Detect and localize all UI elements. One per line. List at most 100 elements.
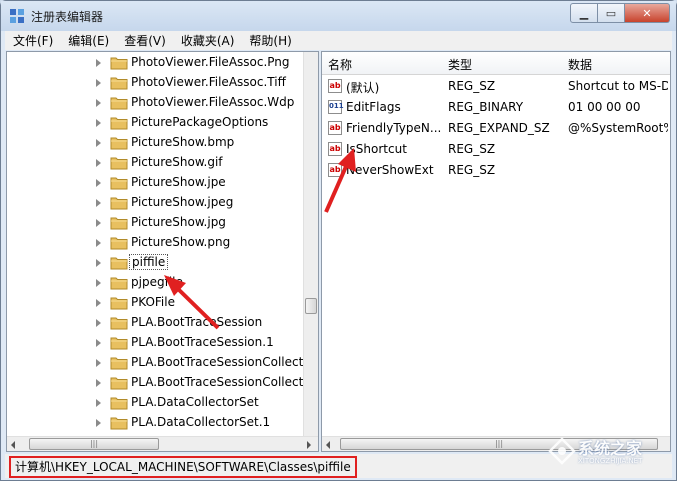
menu-file[interactable]: 文件(F) — [5, 32, 60, 49]
scroll-left-icon[interactable] — [326, 441, 330, 449]
folder-icon — [110, 397, 128, 410]
value-data: Shortcut to MS-D — [568, 79, 668, 93]
string-value-icon: ab — [328, 142, 342, 156]
value-row[interactable]: ab (默认) REG_SZ Shortcut to MS-D — [322, 76, 670, 97]
folder-icon — [110, 137, 128, 150]
expand-arrow-icon[interactable] — [96, 239, 101, 247]
value-type: REG_SZ — [448, 163, 496, 177]
folder-icon — [110, 257, 128, 270]
key-tree-pane: PhotoViewer.FileAssoc.Png PhotoViewer.Fil… — [6, 51, 319, 452]
tree-item-label: PLA.DataCollectorSet.1 — [131, 415, 271, 429]
maximize-button[interactable]: ▭ — [598, 3, 625, 23]
column-header-data[interactable]: 数据 — [568, 56, 592, 73]
expand-arrow-icon[interactable] — [96, 159, 101, 167]
tree-item-label: PicturePackageOptions — [131, 115, 269, 129]
tree-item[interactable]: PhotoViewer.FileAssoc.Wdp — [7, 93, 303, 113]
column-header-name[interactable]: 名称 — [328, 56, 352, 73]
expand-arrow-icon[interactable] — [96, 359, 101, 367]
menu-edit[interactable]: 编辑(E) — [60, 32, 116, 49]
tree-item[interactable]: PLA.BootTraceSessionCollect — [7, 373, 303, 393]
folder-icon — [110, 417, 128, 430]
tree-item[interactable]: PictureShow.bmp — [7, 133, 303, 153]
expand-arrow-icon[interactable] — [96, 219, 101, 227]
expand-arrow-icon[interactable] — [96, 259, 101, 267]
expand-arrow-icon[interactable] — [96, 79, 101, 87]
tree-item[interactable]: PictureShow.gif — [7, 153, 303, 173]
expand-arrow-icon[interactable] — [96, 299, 101, 307]
expand-arrow-icon[interactable] — [96, 139, 101, 147]
values-list-header: 名称 类型 数据 — [322, 52, 670, 75]
string-value-icon: ab — [328, 163, 342, 177]
menu-help[interactable]: 帮助(H) — [241, 32, 298, 49]
value-row[interactable]: ab NeverShowExt REG_SZ — [322, 160, 670, 181]
tree-item[interactable]: PhotoViewer.FileAssoc.Tiff — [7, 73, 303, 93]
expand-arrow-icon[interactable] — [96, 119, 101, 127]
tree-item[interactable]: PKOFile — [7, 293, 303, 313]
watermark-subtext: XITONGZHIJIA.NET — [578, 457, 643, 465]
column-header-type[interactable]: 类型 — [448, 56, 472, 73]
minimize-button[interactable]: ▁ — [570, 3, 598, 23]
expand-arrow-icon[interactable] — [96, 59, 101, 67]
tree-item-label: PictureShow.jpeg — [131, 195, 234, 209]
folder-icon — [110, 217, 128, 230]
value-name: IsShortcut — [346, 142, 407, 156]
tree-item[interactable]: PictureShow.jpg — [7, 213, 303, 233]
expand-arrow-icon[interactable] — [96, 179, 101, 187]
folder-icon — [110, 297, 128, 310]
window-controls: ▁ ▭ ✕ — [570, 3, 670, 23]
tree-item[interactable]: PLA.BootTraceSession — [7, 313, 303, 333]
value-name: NeverShowExt — [346, 163, 434, 177]
expand-arrow-icon[interactable] — [96, 319, 101, 327]
expand-arrow-icon[interactable] — [96, 419, 101, 427]
folder-icon — [110, 237, 128, 250]
tree-item[interactable]: PictureShow.png — [7, 233, 303, 253]
tree-item-label: PLA.BootTraceSessionCollect — [131, 355, 303, 369]
folder-icon — [110, 377, 128, 390]
tree-item[interactable]: PLA.DataCollectorSet.1 — [7, 413, 303, 433]
registry-editor-app-icon — [10, 9, 24, 23]
folder-icon — [110, 77, 128, 90]
tree-item[interactable]: PLA.BootTraceSessionCollect — [7, 353, 303, 373]
tree-item[interactable]: PicturePackageOptions — [7, 113, 303, 133]
tree-horizontal-scroll-thumb[interactable]: ||| — [29, 438, 159, 450]
maximize-icon: ▭ — [605, 6, 617, 20]
folder-icon — [110, 197, 128, 210]
scroll-right-icon[interactable] — [307, 441, 311, 449]
tree-item[interactable]: PictureShow.jpe — [7, 173, 303, 193]
tree-horizontal-scrollbar[interactable]: ||| — [7, 436, 318, 451]
value-name: EditFlags — [346, 100, 401, 114]
folder-icon — [110, 357, 128, 370]
folder-icon — [110, 317, 128, 330]
tree-item[interactable]: pjpegfile — [7, 273, 303, 293]
tree-item-label: PictureShow.gif — [131, 155, 223, 169]
close-button[interactable]: ✕ — [625, 3, 670, 23]
menu-bar: 文件(F) 编辑(E) 查看(V) 收藏夹(A) 帮助(H) — [5, 31, 672, 50]
value-row[interactable]: 011 EditFlags REG_BINARY 01 00 00 00 — [322, 97, 670, 118]
expand-arrow-icon[interactable] — [96, 199, 101, 207]
menu-view[interactable]: 查看(V) — [116, 32, 173, 49]
expand-arrow-icon[interactable] — [96, 99, 101, 107]
folder-icon — [110, 277, 128, 290]
tree-item-label: PhotoViewer.FileAssoc.Png — [131, 55, 290, 69]
scroll-left-icon[interactable] — [11, 441, 15, 449]
value-row[interactable]: ab FriendlyTypeN... REG_EXPAND_SZ @%SystemR… — [322, 118, 670, 139]
menu-favorites[interactable]: 收藏夹(A) — [173, 32, 242, 49]
tree-item[interactable]: PhotoViewer.FileAssoc.Png — [7, 53, 303, 73]
value-row[interactable]: ab IsShortcut REG_SZ — [322, 139, 670, 160]
tree-item[interactable]: PLA.BootTraceSession.1 — [7, 333, 303, 353]
tree-item-label: PictureShow.jpg — [131, 215, 226, 229]
watermark-logo-icon — [548, 437, 576, 465]
tree-item[interactable]: PLA.DataCollectorSet — [7, 393, 303, 413]
expand-arrow-icon[interactable] — [96, 399, 101, 407]
tree-vertical-scrollbar[interactable] — [303, 52, 318, 436]
expand-arrow-icon[interactable] — [96, 379, 101, 387]
tree-vertical-scroll-thumb[interactable] — [305, 298, 317, 314]
expand-arrow-icon[interactable] — [96, 279, 101, 287]
tree-item[interactable]: piffile — [7, 253, 303, 273]
tree-item-label: PhotoViewer.FileAssoc.Wdp — [131, 95, 295, 109]
title-bar[interactable]: 注册表编辑器 ▁ ▭ ✕ — [1, 1, 676, 31]
value-name: FriendlyTypeN... — [346, 121, 442, 135]
tree-item-label: pjpegfile — [131, 275, 183, 289]
tree-item[interactable]: PictureShow.jpeg — [7, 193, 303, 213]
expand-arrow-icon[interactable] — [96, 339, 101, 347]
